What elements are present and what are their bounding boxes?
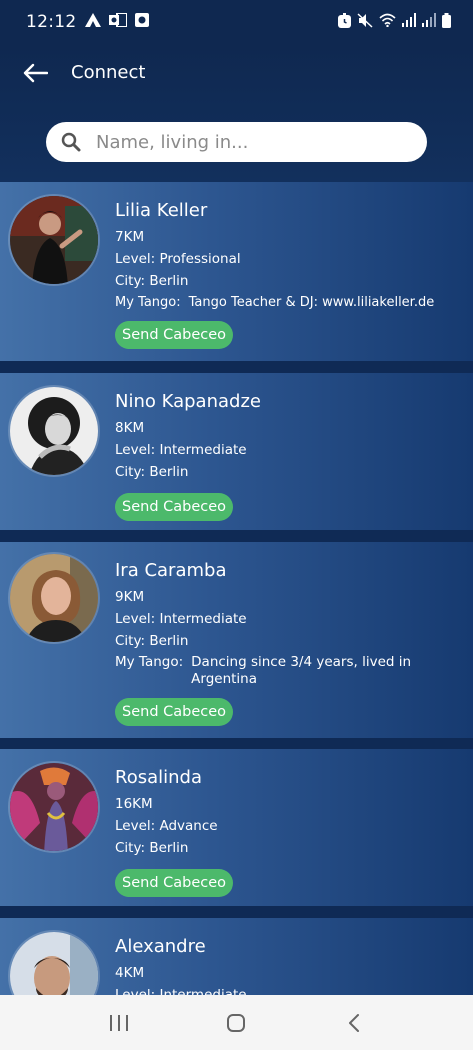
alarm-icon xyxy=(338,12,351,32)
send-cabeceo-button[interactable]: Send Cabeceo xyxy=(115,869,234,897)
profile-level: Level: Professional xyxy=(115,251,241,267)
outlook-icon xyxy=(108,12,128,32)
search-input[interactable] xyxy=(96,131,396,153)
send-cabeceo-button[interactable]: Send Cabeceo xyxy=(115,698,234,726)
send-cabeceo-button[interactable]: Send Cabeceo xyxy=(115,493,234,521)
profile-card[interactable]: Rosalinda 16KM Level: Advance City: Berl… xyxy=(0,749,473,906)
search-bar[interactable] xyxy=(46,122,427,162)
profile-list[interactable]: Lilia Keller 7KM Level: Professional Cit… xyxy=(0,182,473,995)
recent-apps-button[interactable] xyxy=(99,1003,139,1043)
tango-text: Dancing since 3/4 years, lived in Argent… xyxy=(191,654,412,687)
profile-distance: 9KM xyxy=(115,589,145,605)
profile-name: Lilia Keller xyxy=(115,200,208,221)
profile-city: City: Berlin xyxy=(115,464,189,480)
profile-level: Level: Intermediate xyxy=(115,611,247,627)
profile-card[interactable]: Lilia Keller 7KM Level: Professional Cit… xyxy=(0,182,473,361)
back-icon xyxy=(349,1013,360,1032)
profile-distance: 4KM xyxy=(115,965,145,981)
send-cabeceo-button[interactable]: Send Cabeceo xyxy=(115,321,234,349)
app-icon xyxy=(134,12,149,32)
page-title: Connect xyxy=(71,62,146,83)
battery-icon xyxy=(442,12,451,32)
profile-card[interactable]: Nino Kapanadze 8KM Level: Intermediate C… xyxy=(0,373,473,530)
tango-label: My Tango: xyxy=(115,295,181,310)
profile-tango: My Tango: Dancing since 3/4 years, lived… xyxy=(115,654,465,688)
tango-label: My Tango: xyxy=(115,654,184,670)
system-nav-bar xyxy=(0,995,473,1050)
home-button[interactable] xyxy=(216,1003,256,1043)
status-bar: 12:12 xyxy=(0,0,473,44)
mute-icon xyxy=(357,12,373,32)
profile-level: Level: Advance xyxy=(115,818,218,834)
search-icon xyxy=(61,132,81,152)
avatar[interactable] xyxy=(8,385,100,477)
profile-name: Alexandre xyxy=(115,936,206,957)
profile-distance: 7KM xyxy=(115,229,145,245)
profile-city: City: Berlin xyxy=(115,273,189,289)
profile-name: Ira Caramba xyxy=(115,560,227,581)
avatar[interactable] xyxy=(8,194,100,286)
navigation-icon xyxy=(84,12,101,32)
profile-card[interactable]: Alexandre 4KM Level: Intermediate xyxy=(0,918,473,995)
profile-city: City: Berlin xyxy=(115,633,189,649)
arrow-left-icon xyxy=(23,63,48,83)
profile-tango: My Tango: Tango Teacher & DJ: www.liliak… xyxy=(115,294,465,311)
profile-city: City: Berlin xyxy=(115,840,189,856)
back-button[interactable] xyxy=(20,60,50,86)
avatar[interactable] xyxy=(8,761,100,853)
back-nav-button[interactable] xyxy=(334,1003,374,1043)
home-icon xyxy=(227,1013,246,1032)
profile-name: Rosalinda xyxy=(115,767,202,788)
status-time: 12:12 xyxy=(26,12,77,32)
avatar[interactable] xyxy=(8,552,100,644)
wifi-icon xyxy=(379,13,396,31)
profile-level: Level: Intermediate xyxy=(115,442,247,458)
app-header: Connect xyxy=(0,44,473,182)
profile-distance: 16KM xyxy=(115,796,153,812)
recent-apps-icon xyxy=(109,1014,128,1031)
signal-icon xyxy=(422,13,436,31)
profile-card[interactable]: Ira Caramba 9KM Level: Intermediate City… xyxy=(0,542,473,738)
profile-name: Nino Kapanadze xyxy=(115,391,261,412)
signal-icon xyxy=(402,13,416,31)
profile-level: Level: Intermediate xyxy=(115,987,247,995)
avatar[interactable] xyxy=(8,930,100,995)
tango-text: Tango Teacher & DJ: www.liliakeller.de xyxy=(188,295,435,310)
profile-distance: 8KM xyxy=(115,420,145,436)
